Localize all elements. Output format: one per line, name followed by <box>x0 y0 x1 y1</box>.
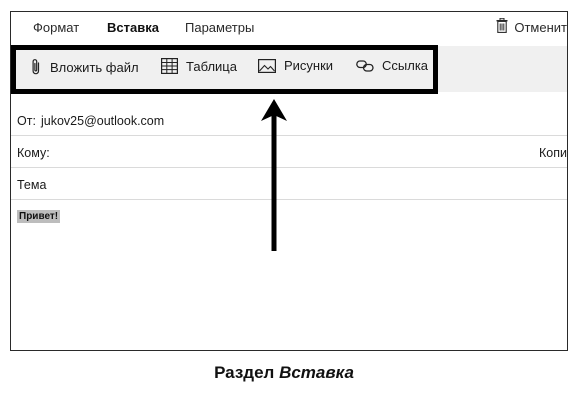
from-label: От: <box>17 114 36 128</box>
tab-format[interactable]: Формат <box>33 20 79 35</box>
caption-emphasis: Вставка <box>279 363 354 382</box>
message-body-text[interactable]: Привет! <box>17 210 61 223</box>
arrow-up-icon <box>259 99 289 258</box>
toolbar-highlight-frame <box>11 45 438 94</box>
tab-options[interactable]: Параметры <box>185 20 254 35</box>
subject-placeholder: Тема <box>17 178 47 192</box>
caption-prefix: Раздел <box>214 363 280 382</box>
cc-button[interactable]: Копи <box>539 146 567 160</box>
subject-row[interactable]: Тема <box>11 170 567 200</box>
from-row: От: jukov25@outlook.com <box>11 106 567 136</box>
menu-bar: Формат Вставка Параметры Отменит <box>11 12 567 44</box>
discard-label: Отменит <box>514 19 567 35</box>
tab-insert[interactable]: Вставка <box>107 20 159 35</box>
trash-icon <box>496 17 508 36</box>
from-address[interactable]: jukov25@outlook.com <box>41 114 164 128</box>
to-row[interactable]: Кому: Копи <box>11 138 567 168</box>
to-label: Кому: <box>17 146 50 160</box>
figure-caption: Раздел Вставка <box>0 363 568 383</box>
mail-compose-window: Формат Вставка Параметры Отменит Вложить… <box>10 11 568 351</box>
discard-button[interactable]: Отменит <box>496 17 567 36</box>
